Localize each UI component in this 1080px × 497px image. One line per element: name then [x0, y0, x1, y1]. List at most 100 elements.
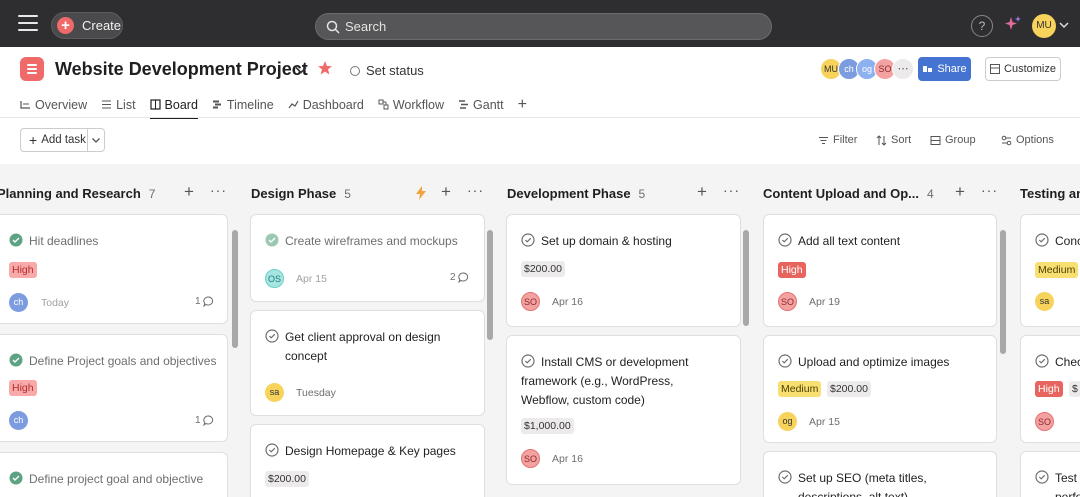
assignee-avatar[interactable]: SO: [778, 292, 797, 311]
customize-button[interactable]: Customize: [985, 57, 1061, 81]
comment-count[interactable]: 2: [450, 272, 469, 283]
check-circle-icon[interactable]: [1035, 233, 1049, 247]
more-members-icon[interactable]: ⋯: [892, 58, 914, 80]
check-circle-icon[interactable]: [265, 329, 279, 343]
board-column: Development Phase 5 + ··· Set up domain &…: [506, 164, 752, 497]
check-circle-icon[interactable]: [778, 470, 792, 484]
timeline-icon: [212, 100, 221, 109]
assignee-avatar[interactable]: OS: [265, 269, 284, 288]
column-scrollbar[interactable]: [1000, 230, 1006, 354]
assignee-avatar[interactable]: SO: [521, 292, 540, 311]
filter-label: Filter: [833, 134, 858, 146]
check-circle-icon[interactable]: [778, 354, 792, 368]
help-icon[interactable]: ?: [971, 15, 993, 37]
add-tab-icon[interactable]: +: [518, 92, 527, 117]
board-column: Testing an Conc Medium sa Chec High $ SO…: [1020, 164, 1080, 497]
check-circle-icon[interactable]: [1035, 354, 1049, 368]
column-header[interactable]: Testing an: [1020, 186, 1080, 201]
priority-tag: High: [9, 262, 37, 278]
tab-list[interactable]: List: [101, 92, 136, 117]
user-avatar[interactable]: MU: [1032, 14, 1056, 38]
project-title[interactable]: Website Development Project: [55, 59, 308, 80]
tab-dashboard[interactable]: Dashboard: [288, 92, 364, 117]
task-card[interactable]: Design Homepage & Key pages $200.00: [250, 424, 485, 497]
column-title: Testing an: [1020, 186, 1080, 201]
task-card[interactable]: Add all text content High SO Apr 19: [763, 214, 997, 327]
assignee-avatar[interactable]: ch: [9, 293, 28, 312]
star-icon[interactable]: [317, 60, 333, 76]
sort-button[interactable]: Sort: [876, 134, 911, 146]
options-button[interactable]: Options: [1001, 134, 1054, 146]
task-card[interactable]: Define project goal and objective: [0, 452, 228, 497]
task-card[interactable]: Chec High $ SO: [1020, 335, 1080, 443]
task-card[interactable]: Set up domain & hosting $200.00 SO Apr 1…: [506, 214, 741, 327]
check-circle-icon[interactable]: [265, 233, 279, 247]
assignee-avatar[interactable]: SO: [1035, 412, 1054, 431]
hamburger-menu-icon[interactable]: [18, 15, 38, 32]
check-circle-icon[interactable]: [9, 233, 23, 247]
add-task-plus-icon[interactable]: +: [697, 182, 707, 202]
more-options-icon[interactable]: ···: [210, 182, 227, 198]
add-task-plus-icon[interactable]: +: [441, 182, 451, 202]
filter-button[interactable]: Filter: [818, 134, 857, 146]
share-button[interactable]: Share: [918, 57, 971, 81]
group-button[interactable]: Group: [930, 134, 976, 146]
column-header[interactable]: Planning and Research 7: [0, 186, 155, 201]
price-tag: $1,000.00: [521, 418, 574, 434]
add-task-plus-icon[interactable]: +: [184, 182, 194, 202]
task-card[interactable]: Create wireframes and mockups OS Apr 15 …: [250, 214, 485, 302]
add-task-plus-icon[interactable]: +: [955, 182, 965, 202]
comment-icon: [202, 296, 213, 307]
column-scrollbar[interactable]: [232, 230, 238, 348]
task-card[interactable]: Test w perform: [1020, 451, 1080, 497]
task-card[interactable]: Upload and optimize images Medium $200.0…: [763, 335, 997, 443]
column-count: 7: [148, 187, 156, 201]
task-card[interactable]: Get client approval on design concept sa…: [250, 310, 485, 416]
task-title: Install CMS or development framework (e.…: [521, 355, 689, 407]
add-task-button[interactable]: + Add task: [20, 128, 105, 152]
column-scrollbar[interactable]: [487, 230, 493, 340]
task-card[interactable]: Hit deadlines High ch Today 1: [0, 214, 228, 324]
check-circle-icon[interactable]: [1035, 470, 1049, 484]
task-card[interactable]: Define Project goals and objectives High…: [0, 334, 228, 442]
assignee-avatar[interactable]: og: [778, 412, 797, 431]
assignee-avatar[interactable]: ch: [9, 411, 28, 430]
tab-workflow[interactable]: Workflow: [378, 92, 444, 117]
tab-timeline[interactable]: Timeline: [212, 92, 274, 117]
comment-count[interactable]: 1: [195, 415, 214, 426]
check-circle-icon[interactable]: [9, 353, 23, 367]
column-header[interactable]: Design Phase 5: [251, 186, 351, 201]
check-circle-icon[interactable]: [778, 233, 792, 247]
chevron-down-icon[interactable]: [1059, 20, 1069, 30]
tab-overview[interactable]: Overview: [20, 92, 87, 117]
tab-gantt[interactable]: Gantt: [458, 92, 504, 117]
workflow-icon: [378, 99, 389, 110]
column-header[interactable]: Content Upload and Op... 4: [763, 186, 934, 201]
task-card[interactable]: Set up SEO (meta titles, descriptions, a…: [763, 451, 997, 497]
ai-sparkle-icon[interactable]: [1004, 15, 1022, 33]
comment-count[interactable]: 1: [195, 296, 214, 307]
task-card[interactable]: Conc Medium sa: [1020, 214, 1080, 327]
task-title: Create wireframes and mockups: [285, 234, 458, 248]
chevron-down-icon[interactable]: [294, 63, 308, 77]
list-icon: [102, 100, 112, 109]
set-status-button[interactable]: Set status: [350, 63, 424, 78]
lightning-icon[interactable]: [415, 186, 427, 200]
assignee-avatar[interactable]: sa: [265, 383, 284, 402]
chevron-down-icon[interactable]: [91, 135, 101, 145]
column-scrollbar[interactable]: [743, 230, 749, 326]
search-input[interactable]: Search: [315, 13, 772, 40]
column-header[interactable]: Development Phase 5: [507, 186, 645, 201]
sort-label: Sort: [891, 134, 912, 146]
more-options-icon[interactable]: ···: [723, 182, 740, 198]
check-circle-icon[interactable]: [265, 443, 279, 457]
assignee-avatar[interactable]: SO: [521, 449, 540, 468]
more-options-icon[interactable]: ···: [467, 182, 484, 198]
create-button[interactable]: + Create: [51, 12, 123, 39]
more-options-icon[interactable]: ···: [981, 182, 998, 198]
check-circle-icon[interactable]: [521, 233, 535, 247]
assignee-avatar[interactable]: sa: [1035, 292, 1054, 311]
task-card[interactable]: Install CMS or development framework (e.…: [506, 335, 741, 485]
check-circle-icon[interactable]: [9, 471, 23, 485]
tab-board[interactable]: Board: [149, 92, 199, 119]
